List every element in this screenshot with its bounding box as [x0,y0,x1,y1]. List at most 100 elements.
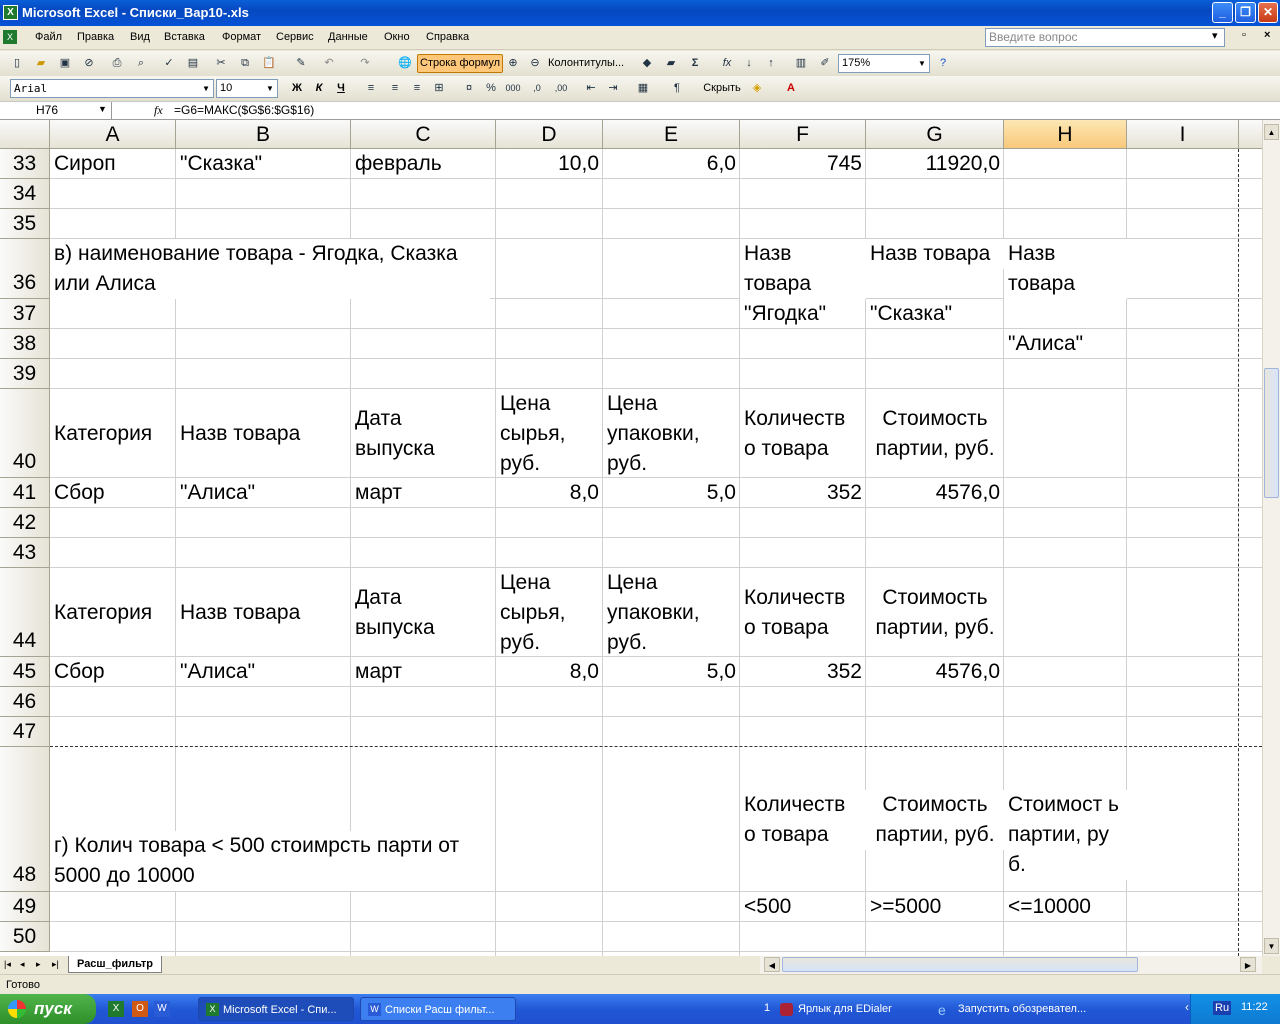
fill-color-icon[interactable]: ◈ [748,79,766,97]
menu-tools[interactable]: Сервис [276,31,314,43]
cell-e44[interactable]: Цена упаковки, руб. [603,568,740,658]
align-center-icon[interactable]: ≡ [386,79,404,97]
horizontal-scroll-thumb[interactable] [782,957,1138,972]
cell-f40[interactable]: Количеств о товара [740,404,866,464]
document-icon[interactable]: X [3,30,17,44]
copy-icon[interactable]: ⧉ [236,54,254,72]
ask-dropdown-icon[interactable]: ▾ [1212,29,1218,42]
font-size-select[interactable]: 10 ▼ [216,79,278,98]
maximize-button[interactable]: ❐ [1235,2,1256,23]
worksheet-grid[interactable]: A B C D E F G H I 33 34 35 36 37 38 39 4… [0,120,1262,956]
cell-h49[interactable]: <=10000 [1004,892,1127,922]
menu-window[interactable]: Окно [384,31,410,43]
restore-doc-icon[interactable]: ▫ [1242,29,1246,41]
cell-f41[interactable]: 352 [740,478,866,508]
redo-icon[interactable]: ↷ [356,54,374,72]
scroll-up-arrow-icon[interactable]: ▲ [1264,124,1279,140]
task-edialer[interactable]: Ярлык для EDialer [774,997,930,1021]
row-header-41[interactable]: 41 [0,478,50,508]
quicklaunch-word-icon[interactable]: W [154,1001,170,1017]
autosum-icon[interactable]: Σ [686,54,704,72]
drawing-toolbar-icon[interactable]: ✐ [816,54,834,72]
cell-e41[interactable]: 5,0 [603,478,740,508]
cell-a33[interactable]: Сироп [50,149,176,179]
formula-input[interactable]: =G6=МАКС($G$6:$G$16) [174,103,314,117]
zoom-select[interactable]: 175% ▼ [838,54,930,73]
cell-d33[interactable]: 10,0 [496,149,603,179]
borders-icon[interactable]: ▦ [634,79,652,97]
scroll-right-arrow-icon[interactable]: ▶ [1240,957,1256,972]
name-box-dropdown-icon[interactable]: ▼ [98,104,107,114]
column-header-c[interactable]: C [351,120,496,149]
cell-e45[interactable]: 5,0 [603,657,740,687]
zoom-in-icon[interactable]: ⊕ [504,54,522,72]
insert-function-icon[interactable]: fx [718,54,736,72]
row-header-38[interactable]: 38 [0,329,50,359]
cell-g49[interactable]: >=5000 [866,892,1004,922]
cell-c45[interactable]: март [351,657,496,687]
task-browser[interactable]: Запустить обозревател... [934,997,1090,1021]
prev-sheet-icon[interactable]: ◂ [20,959,25,970]
cell-f49[interactable]: <500 [740,892,866,922]
row-header-49[interactable]: 49 [0,892,50,922]
cut-icon[interactable]: ✂ [212,54,230,72]
cell-g44[interactable]: Стоимость партии, руб. [866,583,1004,643]
cell-d45[interactable]: 8,0 [496,657,603,687]
font-size-dropdown-icon[interactable]: ▼ [263,80,277,97]
cell-a48[interactable]: г) Колич товара < 500 стоимрсть парти от… [50,831,490,891]
column-header-g[interactable]: G [866,120,1004,149]
comma-style-icon[interactable]: 000 [504,79,522,97]
cell-a40[interactable]: Категория [50,389,176,478]
scroll-down-arrow-icon[interactable]: ▼ [1264,938,1279,954]
column-header-a[interactable]: A [50,120,176,149]
open-icon[interactable]: ▰ [32,54,50,72]
column-header-j[interactable] [1239,120,1262,149]
decrease-decimal-icon[interactable]: ,00 [552,79,570,97]
cell-g33[interactable]: 11920,0 [866,149,1004,179]
row-header-34[interactable]: 34 [0,179,50,209]
menu-insert[interactable]: Вставка [164,31,205,43]
cell-g45[interactable]: 4576,0 [866,657,1004,687]
zoom-dropdown-icon[interactable]: ▼ [915,55,929,72]
row-header-35[interactable]: 35 [0,209,50,239]
task-excel[interactable]: Microsoft Excel - Спи... [198,997,354,1021]
vertical-scroll-thumb[interactable] [1264,368,1279,498]
task-word[interactable]: Списки Расш фильт... [360,997,516,1021]
cell-c44[interactable]: Дата выпуска [351,583,491,643]
row-header-48[interactable]: 48 [0,747,50,892]
cell-b45[interactable]: "Алиса" [176,657,351,687]
tray-expand-icon[interactable]: ‹ [1185,1000,1189,1014]
folder-icon[interactable]: ▰ [662,54,680,72]
cell-c40[interactable]: Дата выпуска [351,404,491,464]
row-header-45[interactable]: 45 [0,657,50,687]
cell-h36[interactable]: Назв товара [1004,239,1127,299]
cell-d44[interactable]: Цена сырья, руб. [496,568,603,658]
row-header-33[interactable]: 33 [0,149,50,179]
menu-file[interactable]: Файл [35,31,62,43]
hyperlink-icon[interactable]: 🌐 [396,54,414,72]
cell-c33[interactable]: февраль [351,149,496,179]
currency-icon[interactable]: ¤ [460,79,478,97]
cell-e40[interactable]: Цена упаковки, руб. [603,389,740,479]
row-header-43[interactable]: 43 [0,538,50,568]
column-header-h[interactable]: H [1004,120,1127,149]
page-break-icon[interactable]: ¶ [668,79,686,97]
menu-edit[interactable]: Правка [77,31,114,43]
font-color-icon[interactable]: A [782,79,800,97]
insert-function-fx-icon[interactable]: fx [154,103,163,118]
print-icon[interactable]: ⎙ [108,54,126,72]
cell-b33[interactable]: "Сказка" [176,149,351,179]
underline-button[interactable]: Ч [332,79,350,97]
cell-h48[interactable]: Стоимост ь партии, руб. [1004,790,1127,880]
cell-a44[interactable]: Категория [50,568,176,657]
close-button[interactable]: ✕ [1258,2,1278,23]
cell-f45[interactable]: 352 [740,657,866,687]
quicklaunch-excel-icon[interactable]: X [108,1001,124,1017]
bold-button[interactable]: Ж [288,79,306,97]
headers-footers-button[interactable]: Колонтитулы... [548,54,634,72]
cell-a45[interactable]: Сбор [50,657,176,687]
next-sheet-icon[interactable]: ▸ [36,959,41,970]
cell-f33[interactable]: 745 [740,149,866,179]
sort-descending-icon[interactable]: ↑ [762,54,780,72]
column-header-d[interactable]: D [496,120,603,149]
